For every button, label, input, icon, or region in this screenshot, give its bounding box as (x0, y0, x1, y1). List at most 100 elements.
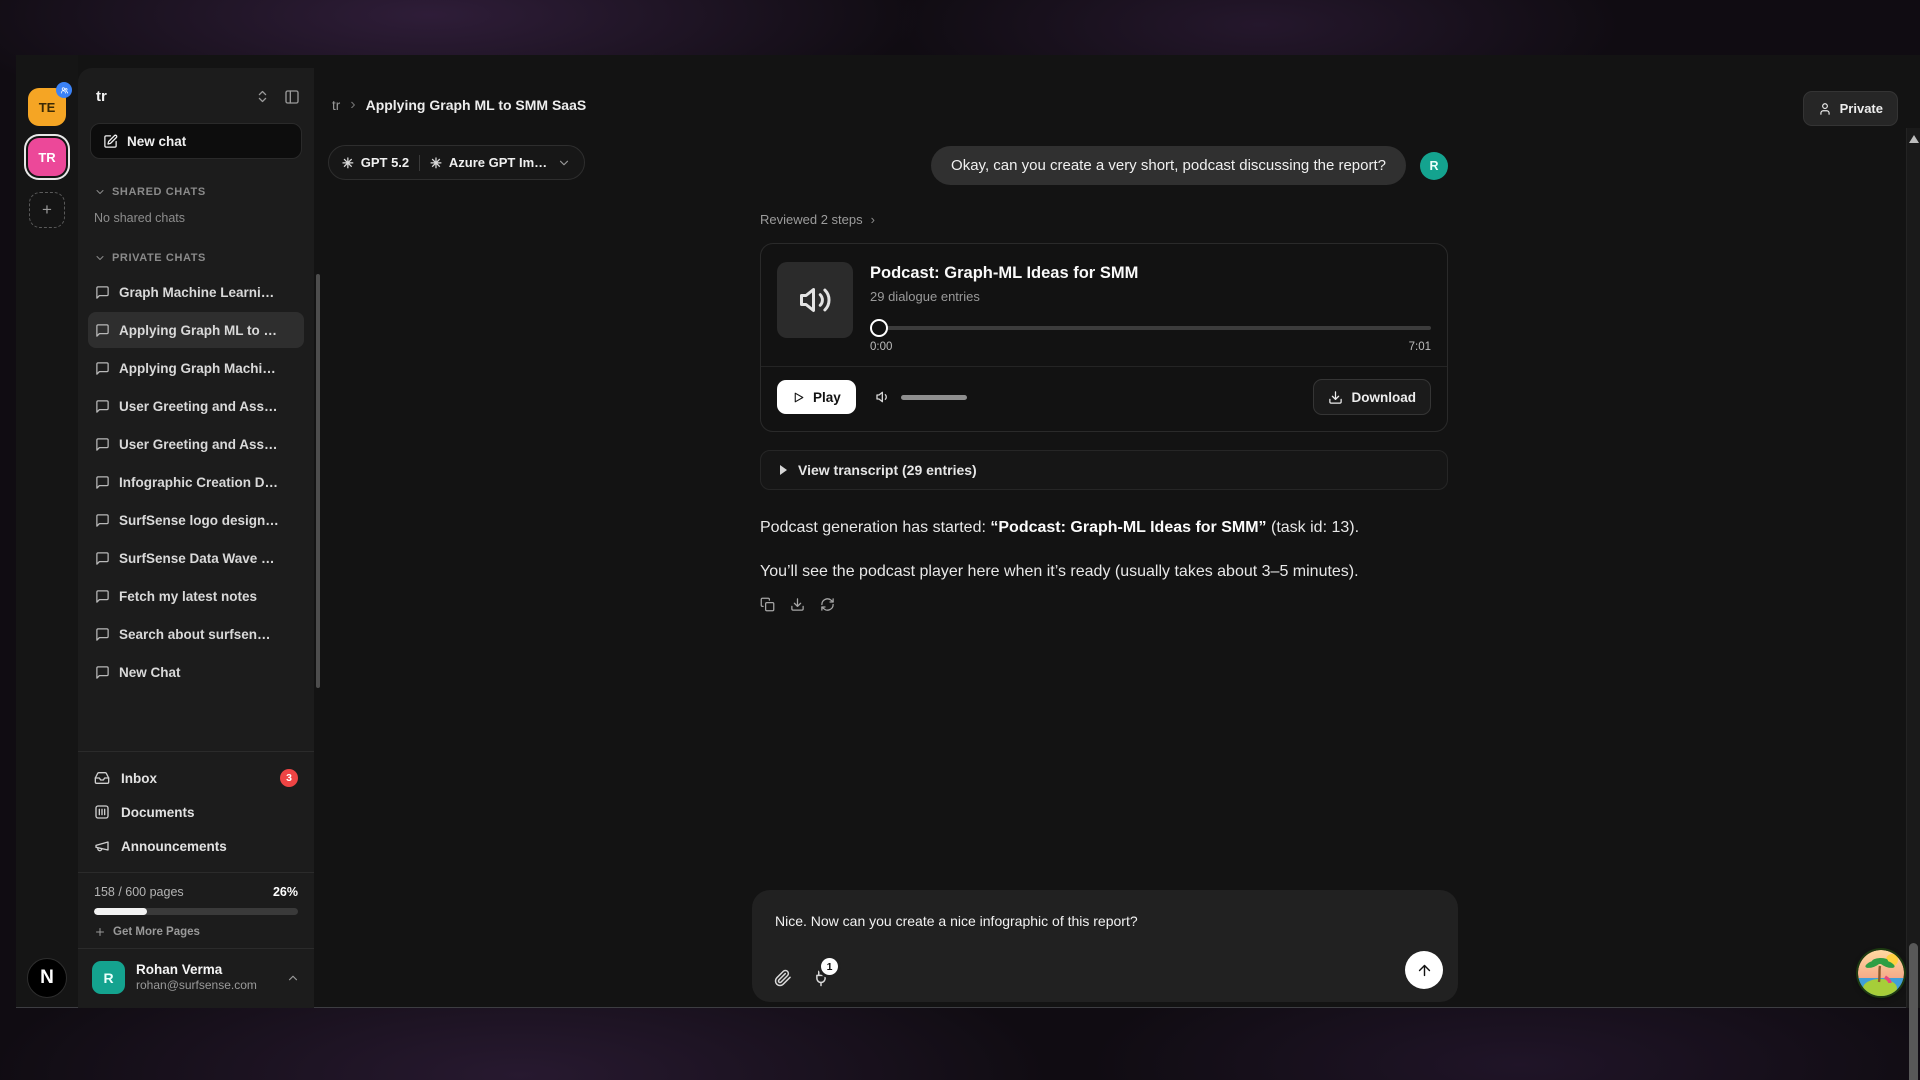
private-chats-header[interactable]: PRIVATE CHATS (78, 252, 314, 264)
sidebar-chat-item[interactable]: Applying Graph Machi… (88, 350, 304, 386)
scrollbar-thumb[interactable] (1909, 943, 1918, 1080)
sidebar-chat-item-selected[interactable]: Applying Graph ML to … (88, 312, 304, 348)
workspace-te-button[interactable]: TE (28, 88, 66, 126)
send-button[interactable] (1405, 951, 1443, 989)
panel-toggle-icon[interactable] (284, 89, 300, 105)
model-selector[interactable]: ✳ GPT 5.2 ✳ Azure GPT Im… (328, 145, 585, 180)
chat-bubble-icon (95, 475, 110, 490)
shared-chats-header[interactable]: SHARED CHATS (78, 186, 314, 198)
openai-logo-icon: ✳ (342, 156, 354, 170)
documents-icon (94, 804, 110, 820)
sidebar-footer: Inbox 3 Documents Announcements 1 (78, 751, 314, 1008)
palm-island-icon (1858, 950, 1904, 996)
copy-button[interactable] (760, 597, 775, 612)
chevrons-up-down-icon[interactable] (255, 89, 270, 104)
sidebar-item-inbox[interactable]: Inbox 3 (78, 761, 314, 795)
private-visibility-button[interactable]: Private (1803, 91, 1898, 126)
breadcrumb-workspace[interactable]: tr (332, 98, 340, 113)
nextjs-logo[interactable]: N (27, 958, 67, 998)
usage-panel: 158 / 600 pages 26% Get More Pages (78, 873, 314, 948)
breadcrumb-chat-title: Applying Graph ML to SMM SaaS (366, 97, 587, 113)
workspace-notification-badge (56, 82, 72, 98)
new-chat-label: New chat (127, 134, 186, 149)
composer-input[interactable]: Nice. Now can you create a nice infograp… (775, 913, 1435, 929)
inbox-icon (94, 770, 110, 786)
chat-bubble-icon (95, 589, 110, 604)
sidebar-item-announcements[interactable]: Announcements (78, 829, 314, 863)
assistant-message: Podcast generation has started: “Podcast… (760, 516, 1448, 539)
sidebar-chat-item[interactable]: New Chat (88, 654, 304, 690)
chat-bubble-icon (95, 665, 110, 680)
shared-chats-empty: No shared chats (78, 211, 314, 225)
conversation: Okay, can you create a very short, podca… (760, 140, 1448, 612)
download-button[interactable]: Download (1313, 379, 1432, 415)
pages-progress-bar (94, 908, 298, 915)
new-chat-button[interactable]: New chat (90, 123, 302, 159)
speaker-icon (797, 282, 833, 318)
user-message-avatar: R (1420, 152, 1448, 180)
plus-icon: + (42, 200, 52, 220)
refresh-icon (820, 597, 835, 612)
workspace-tr-button[interactable]: TR (28, 138, 66, 176)
chevron-down-icon (94, 186, 106, 198)
sidebar-chat-item[interactable]: Fetch my latest notes (88, 578, 304, 614)
model-secondary[interactable]: ✳ Azure GPT Im… (430, 155, 547, 170)
user-avatar: R (92, 961, 125, 994)
download-message-button[interactable] (790, 597, 805, 612)
user-message-row: Okay, can you create a very short, podca… (760, 146, 1448, 185)
user-message-bubble: Okay, can you create a very short, podca… (931, 146, 1406, 185)
reviewed-steps-toggle[interactable]: Reviewed 2 steps › (760, 212, 1448, 227)
chat-list-scrollbar[interactable] (316, 274, 320, 688)
sidebar-chat-item[interactable]: User Greeting and Ass… (88, 388, 304, 424)
chevron-down-icon (557, 156, 571, 170)
current-time: 0:00 (870, 341, 892, 353)
composer[interactable]: Nice. Now can you create a nice infograp… (752, 890, 1458, 1002)
seek-thumb[interactable] (870, 319, 888, 337)
sidebar-chat-item[interactable]: SurfSense Data Wave … (88, 540, 304, 576)
window-scrollbar[interactable] (1906, 128, 1920, 1008)
chat-bubble-icon (95, 437, 110, 452)
model-primary[interactable]: ✳ GPT 5.2 (342, 155, 409, 170)
attach-file-button[interactable] (774, 969, 792, 987)
user-name: Rohan Verma (136, 962, 275, 979)
chevron-up-icon (286, 971, 300, 985)
add-workspace-button[interactable]: + (29, 192, 65, 228)
sidebar-chat-item[interactable]: Infographic Creation D… (88, 464, 304, 500)
workspace-name[interactable]: tr (96, 88, 255, 105)
sidebar-chat-item[interactable]: SurfSense logo design… (88, 502, 304, 538)
private-chat-list: Graph Machine Learni… Applying Graph ML … (78, 272, 314, 692)
pages-progress-fill (94, 908, 147, 915)
arrow-up-icon (1416, 962, 1433, 979)
assistant-message: You’ll see the podcast player here when … (760, 560, 1448, 583)
pages-usage-percent: 26% (273, 885, 298, 899)
sidebar-chat-item[interactable]: Graph Machine Learni… (88, 274, 304, 310)
chat-bubble-icon (95, 285, 110, 300)
download-icon (790, 597, 805, 612)
user-menu[interactable]: R Rohan Verma rohan@surfsense.com (78, 949, 314, 1008)
sidebar-item-documents[interactable]: Documents (78, 795, 314, 829)
sidebar-chat-item[interactable]: User Greeting and Ass… (88, 426, 304, 462)
podcast-seek-slider[interactable] (870, 319, 1431, 337)
get-more-pages-button[interactable]: Get More Pages (94, 926, 298, 938)
connectors-button[interactable]: 1 (812, 969, 830, 987)
megaphone-icon (94, 838, 110, 854)
regenerate-button[interactable] (820, 597, 835, 612)
inbox-unread-badge: 3 (280, 769, 298, 787)
pages-usage-text: 158 / 600 pages (94, 885, 184, 899)
workspace-te-label: TE (39, 100, 56, 115)
volume-slider[interactable] (901, 395, 967, 400)
podcast-entries: 29 dialogue entries (870, 289, 1431, 304)
chat-bubble-icon (95, 627, 110, 642)
pencil-square-icon (103, 134, 118, 149)
connectors-count-badge: 1 (821, 958, 838, 975)
app-window: TE TR + N tr (16, 55, 1920, 1008)
palm-island-sticker[interactable] (1858, 950, 1904, 996)
view-transcript-toggle[interactable]: View transcript (29 entries) (760, 450, 1448, 490)
volume-icon[interactable] (875, 389, 891, 405)
chevron-down-icon (94, 252, 106, 264)
scroll-up-arrow[interactable] (1909, 135, 1919, 143)
chat-bubble-icon (95, 551, 110, 566)
play-button[interactable]: Play (777, 380, 856, 414)
play-icon (792, 391, 805, 404)
sidebar-chat-item[interactable]: Search about surfsen… (88, 616, 304, 652)
